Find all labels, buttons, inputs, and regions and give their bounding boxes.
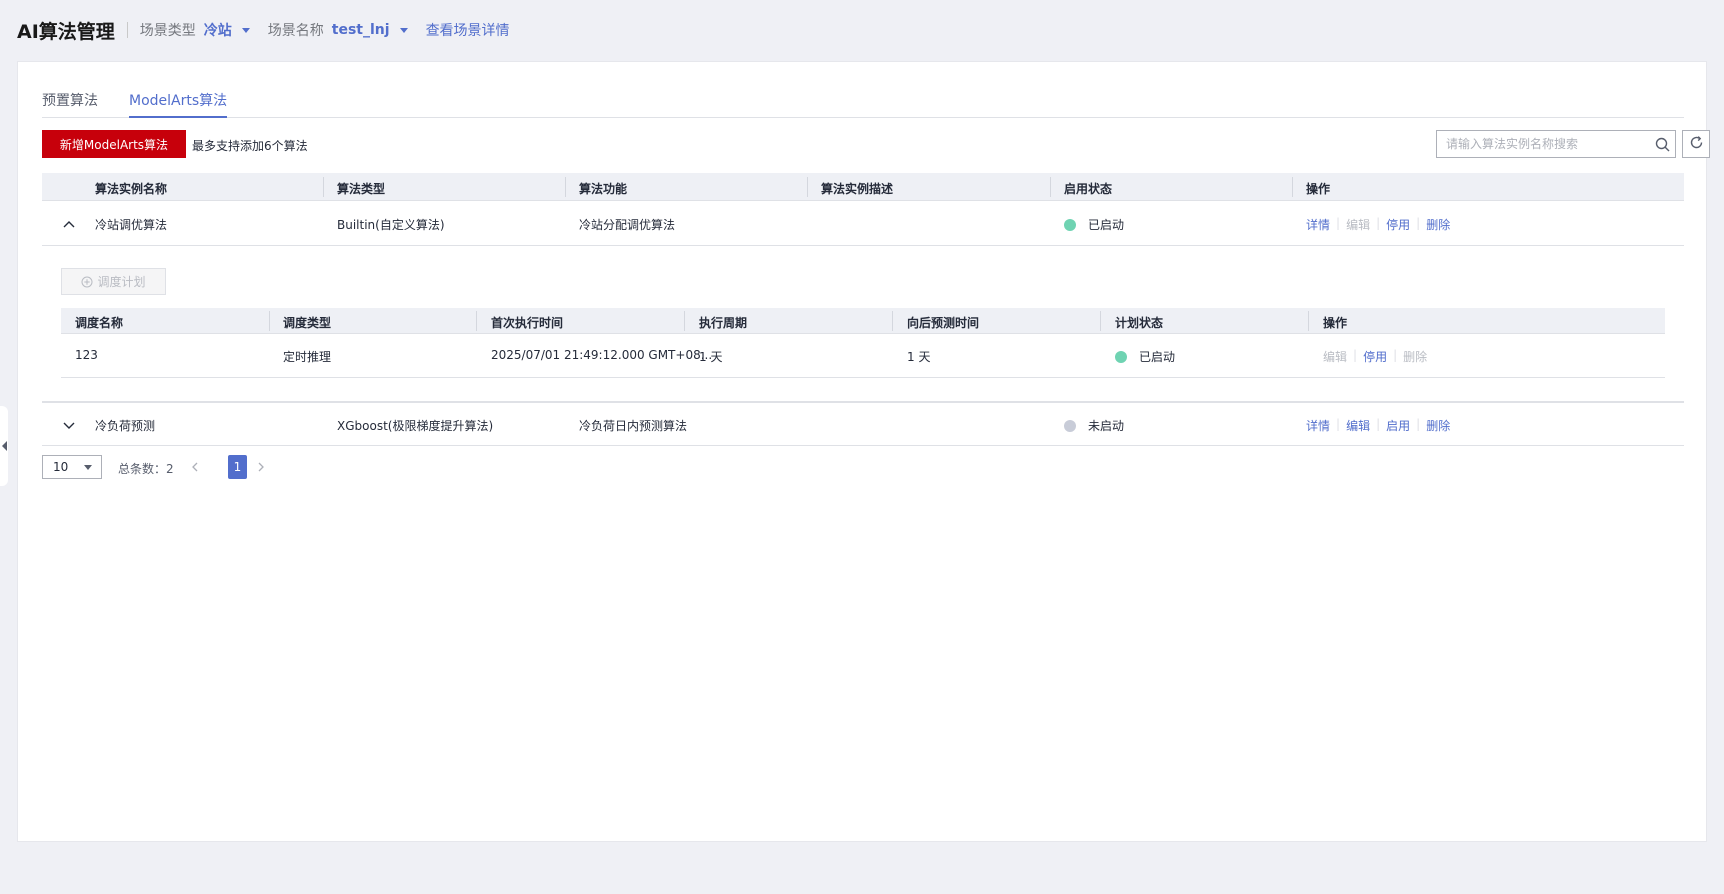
edit-link: 编辑 [1323,350,1348,364]
detail-link[interactable]: 详情 [1306,216,1330,233]
total-count: 总条数：2 [118,462,174,476]
refresh-icon [1689,135,1704,154]
algorithm-type: XGboost(极限梯度提升算法) [337,419,494,433]
tab-modelarts-algorithm[interactable]: ModelArts算法 [129,90,228,118]
delete-link: 删除 [1403,350,1428,364]
column-header: 调度类型 [283,316,332,330]
toolbar: 新增ModelArts算法 最多支持添加6个算法 [42,130,1710,158]
column-header: 执行周期 [699,316,748,330]
status-text: 未启动 [1088,419,1125,433]
status-dot-icon [1115,351,1127,363]
chevron-left-icon[interactable] [188,459,202,475]
status-dot-icon [1064,420,1076,432]
main-card: 预置算法 ModelArts算法 新增ModelArts算法 最多支持添加6个算… [17,61,1710,842]
refresh-button[interactable] [1682,130,1710,158]
first-run-time: 2025/07/01 21:49:12.000 GMT+08... [491,348,713,362]
page-number-current[interactable]: 1 [228,455,247,479]
column-header: 向后预测时间 [907,316,980,330]
add-schedule-plan-button: 调度计划 [61,268,166,295]
page-title: AI算法管理 [17,20,115,43]
search-input[interactable] [1437,131,1649,157]
column-header: 算法类型 [337,182,386,196]
algorithm-function: 冷负荷日内预测算法 [579,419,688,433]
algorithm-function: 冷站分配调优算法 [579,218,676,232]
expanded-schedule-panel: 调度计划 调度名称 调度类型 首次执行时间 执行周期 向后预测时间 计划状态 操… [42,246,1684,402]
delete-link[interactable]: 删除 [1426,216,1450,233]
forecast-horizon: 1 天 [907,350,931,364]
disable-link[interactable]: 停用 [1363,348,1387,365]
tab-preset-algorithm[interactable]: 预置算法 [42,90,98,118]
column-header: 操作 [1306,182,1331,196]
delete-link[interactable]: 删除 [1426,417,1450,434]
table-row: 冷负荷预测 XGboost(极限梯度提升算法) 冷负荷日内预测算法 未启动 详情… [42,402,1684,446]
plan-status-text: 已启动 [1139,350,1176,364]
column-header: 算法实例描述 [821,182,894,196]
table-row: 123 定时推理 2025/07/01 21:49:12.000 GMT+08.… [61,334,1665,378]
detail-link[interactable]: 详情 [1306,417,1330,434]
caret-down-icon [241,27,250,33]
chevron-up-icon[interactable] [62,217,76,231]
plus-circle-icon [81,276,93,287]
page-size-select[interactable]: 10 [42,455,102,479]
status-text: 已启动 [1088,218,1125,232]
add-modelarts-algorithm-button[interactable]: 新增ModelArts算法 [42,130,186,158]
row-actions: 编辑 | 停用 | 删除 [1323,348,1428,365]
caret-down-icon [399,27,408,33]
caret-down-icon [84,465,92,470]
pagination: 10 总条数：2 1 [42,455,442,479]
scene-type-label: 场景类型 [139,23,196,39]
scene-name-value: test_lnj [331,22,390,38]
column-header: 算法功能 [579,182,628,196]
column-header: 调度名称 [75,316,124,330]
view-scene-detail-link[interactable]: 查看场景详情 [426,20,510,40]
triangle-left-icon [1,441,7,451]
tab-bar: 预置算法 ModelArts算法 [42,62,1684,118]
algorithm-name: 冷负荷预测 [95,419,156,433]
disable-link[interactable]: 停用 [1386,216,1410,233]
scene-name-label: 场景名称 [267,23,324,39]
search-icon[interactable] [1649,131,1675,157]
row-actions: 详情 | 编辑 | 停用 | 删除 [1306,216,1451,233]
schedule-type: 定时推理 [283,350,332,364]
scene-type-select[interactable]: 冷站 [204,20,250,40]
add-limit-hint: 最多支持添加6个算法 [192,139,308,153]
algorithm-name: 冷站调优算法 [95,218,168,232]
row-actions: 详情 | 编辑 | 启用 | 删除 [1306,417,1451,434]
title-divider [126,22,128,38]
column-header: 操作 [1323,316,1348,330]
algorithm-type: Builtin(自定义算法) [337,218,445,232]
add-schedule-plan-label: 调度计划 [97,275,146,289]
status-dot-icon [1064,219,1076,231]
sidebar-collapse-handle[interactable] [0,406,8,486]
column-header: 启用状态 [1064,182,1113,196]
top-bar: AI算法管理 场景类型 冷站 场景名称 test_lnj 查看场景详情 [0,0,1724,60]
enable-link[interactable]: 启用 [1386,417,1410,434]
edit-link[interactable]: 编辑 [1346,417,1370,434]
table-row: 冷站调优算法 Builtin(自定义算法) 冷站分配调优算法 已启动 详情 | … [42,202,1684,246]
page-size-value: 10 [53,460,69,474]
search-box [1436,130,1676,158]
algorithm-table-header: 算法实例名称 算法类型 算法功能 算法实例描述 启用状态 操作 [42,173,1684,201]
scene-name-select[interactable]: test_lnj [332,22,408,38]
scene-type-value: 冷站 [203,23,232,39]
column-header: 计划状态 [1115,316,1164,330]
edit-link: 编辑 [1346,218,1371,232]
chevron-down-icon[interactable] [62,418,76,432]
schedule-name: 123 [75,348,98,362]
column-header: 首次执行时间 [491,316,564,330]
schedule-table-header: 调度名称 调度类型 首次执行时间 执行周期 向后预测时间 计划状态 操作 [61,308,1665,334]
run-period: 1 天 [699,350,723,364]
column-header: 算法实例名称 [95,182,168,196]
chevron-right-icon[interactable] [254,459,268,475]
